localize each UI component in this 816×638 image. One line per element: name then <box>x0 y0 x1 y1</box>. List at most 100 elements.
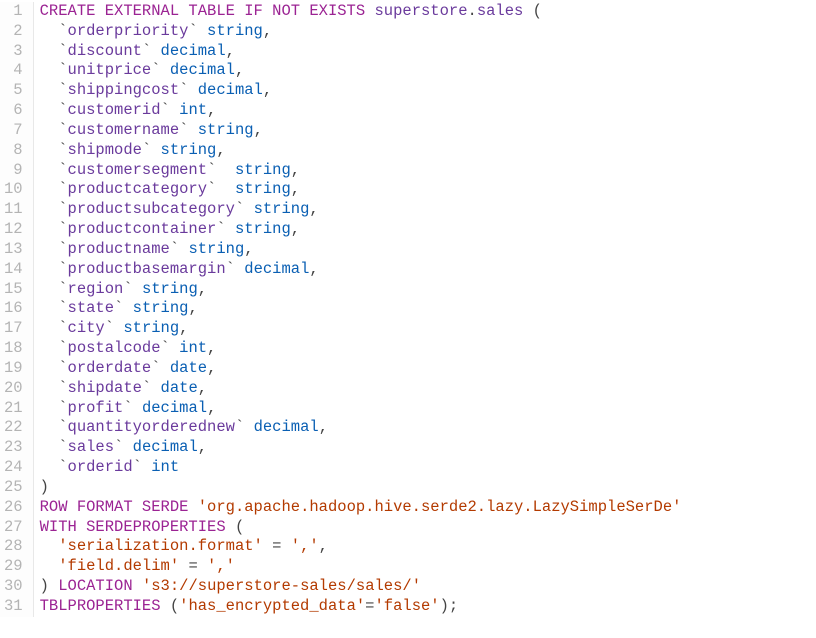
token-punct: , <box>226 42 235 60</box>
token-type: int <box>179 339 207 357</box>
token-punct: ` <box>40 180 68 198</box>
code-line[interactable]: `unitprice` decimal, <box>40 61 682 81</box>
token-punct: ` <box>179 121 198 139</box>
token-punct: , <box>198 379 207 397</box>
token-ident: orderpriority <box>68 22 189 40</box>
token-punct: , <box>263 81 272 99</box>
line-number: 20 <box>0 379 25 399</box>
code-line[interactable]: `state` string, <box>40 299 682 319</box>
token-ident: productname <box>68 240 170 258</box>
code-line[interactable]: `quantityorderednew` decimal, <box>40 418 682 438</box>
token-plain <box>40 537 59 555</box>
line-number: 31 <box>0 597 25 617</box>
code-line[interactable]: ) LOCATION 's3://superstore-sales/sales/… <box>40 577 682 597</box>
token-ident: productsubcategory <box>68 200 235 218</box>
token-punct: ` <box>142 379 161 397</box>
token-ident: postalcode <box>68 339 161 357</box>
line-number: 26 <box>0 498 25 518</box>
code-line[interactable]: `postalcode` int, <box>40 339 682 359</box>
line-number: 3 <box>0 42 25 62</box>
code-line[interactable]: `customername` string, <box>40 121 682 141</box>
token-punct: ` <box>40 81 68 99</box>
code-line[interactable]: `region` string, <box>40 280 682 300</box>
token-punct: , <box>291 180 300 198</box>
code-line[interactable]: `productbasemargin` decimal, <box>40 260 682 280</box>
line-number: 22 <box>0 418 25 438</box>
code-line[interactable]: ROW FORMAT SERDE 'org.apache.hadoop.hive… <box>40 498 682 518</box>
token-punct: , <box>309 200 318 218</box>
token-punct: ` <box>40 141 68 159</box>
token-ident: customername <box>68 121 180 139</box>
token-punct: . <box>468 2 477 20</box>
token-type: decimal <box>198 81 263 99</box>
code-line[interactable]: `productcategory` string, <box>40 180 682 200</box>
code-line[interactable]: `discount` decimal, <box>40 42 682 62</box>
token-ident: quantityorderednew <box>68 418 235 436</box>
token-type: decimal <box>244 260 309 278</box>
line-number: 1 <box>0 2 25 22</box>
token-ident: shipmode <box>68 141 142 159</box>
token-ident: unitprice <box>68 61 152 79</box>
token-punct: ` <box>151 359 170 377</box>
code-line[interactable]: `productname` string, <box>40 240 682 260</box>
code-line[interactable]: WITH SERDEPROPERTIES ( <box>40 518 682 538</box>
token-punct: ` <box>40 220 68 238</box>
line-number: 16 <box>0 299 25 319</box>
line-number: 14 <box>0 260 25 280</box>
token-str: 'field.delim' <box>58 557 179 575</box>
code-line[interactable]: `customerid` int, <box>40 101 682 121</box>
line-number: 8 <box>0 141 25 161</box>
token-type: string <box>123 319 179 337</box>
token-ident: superstore <box>374 2 467 20</box>
token-ident: orderid <box>68 458 133 476</box>
code-line[interactable]: `productcontainer` string, <box>40 220 682 240</box>
code-line[interactable]: 'serialization.format' = ',', <box>40 537 682 557</box>
code-line[interactable]: ) <box>40 478 682 498</box>
code-editor[interactable]: 1234567891011121314151617181920212223242… <box>0 2 816 617</box>
code-line[interactable]: `customersegment` string, <box>40 161 682 181</box>
line-number: 21 <box>0 399 25 419</box>
code-line[interactable]: `orderid` int <box>40 458 682 478</box>
code-line[interactable]: `shipdate` date, <box>40 379 682 399</box>
token-plain <box>188 498 197 516</box>
code-line[interactable]: `orderdate` date, <box>40 359 682 379</box>
token-punct: ` <box>40 200 68 218</box>
line-number: 6 <box>0 101 25 121</box>
code-line[interactable]: `city` string, <box>40 319 682 339</box>
code-line[interactable]: `orderpriority` string, <box>40 22 682 42</box>
line-number: 19 <box>0 359 25 379</box>
token-ident: orderdate <box>68 359 152 377</box>
code-line[interactable]: `profit` decimal, <box>40 399 682 419</box>
token-punct: ` <box>40 438 68 456</box>
token-punct: ` <box>114 299 133 317</box>
code-line[interactable]: `sales` decimal, <box>40 438 682 458</box>
token-punct: ) <box>40 478 49 496</box>
line-number: 11 <box>0 200 25 220</box>
token-punct: ` <box>40 418 68 436</box>
token-punct: ` <box>226 260 245 278</box>
code-line[interactable]: `shipmode` string, <box>40 141 682 161</box>
token-punct: = <box>263 537 291 555</box>
code-line[interactable]: 'field.delim' = ',' <box>40 557 682 577</box>
code-line[interactable]: TBLPROPERTIES ('has_encrypted_data'='fal… <box>40 597 682 617</box>
code-line[interactable]: `productsubcategory` string, <box>40 200 682 220</box>
token-type: string <box>198 121 254 139</box>
code-line[interactable]: `shippingcost` decimal, <box>40 81 682 101</box>
token-punct: ` <box>40 61 68 79</box>
token-punct: ` <box>142 42 161 60</box>
line-number: 25 <box>0 478 25 498</box>
line-number: 7 <box>0 121 25 141</box>
token-type: date <box>170 359 207 377</box>
line-number: 10 <box>0 180 25 200</box>
token-punct: ` <box>40 458 68 476</box>
token-punct: ` <box>114 438 133 456</box>
token-type: string <box>254 200 310 218</box>
code-line[interactable]: CREATE EXTERNAL TABLE IF NOT EXISTS supe… <box>40 2 682 22</box>
token-punct: ` <box>40 319 68 337</box>
token-punct: ( <box>226 518 245 536</box>
line-number-gutter: 1234567891011121314151617181920212223242… <box>0 2 34 617</box>
code-area[interactable]: CREATE EXTERNAL TABLE IF NOT EXISTS supe… <box>34 2 682 617</box>
token-punct: , <box>216 141 225 159</box>
token-punct: , <box>254 121 263 139</box>
token-str: 'serialization.format' <box>58 537 263 555</box>
